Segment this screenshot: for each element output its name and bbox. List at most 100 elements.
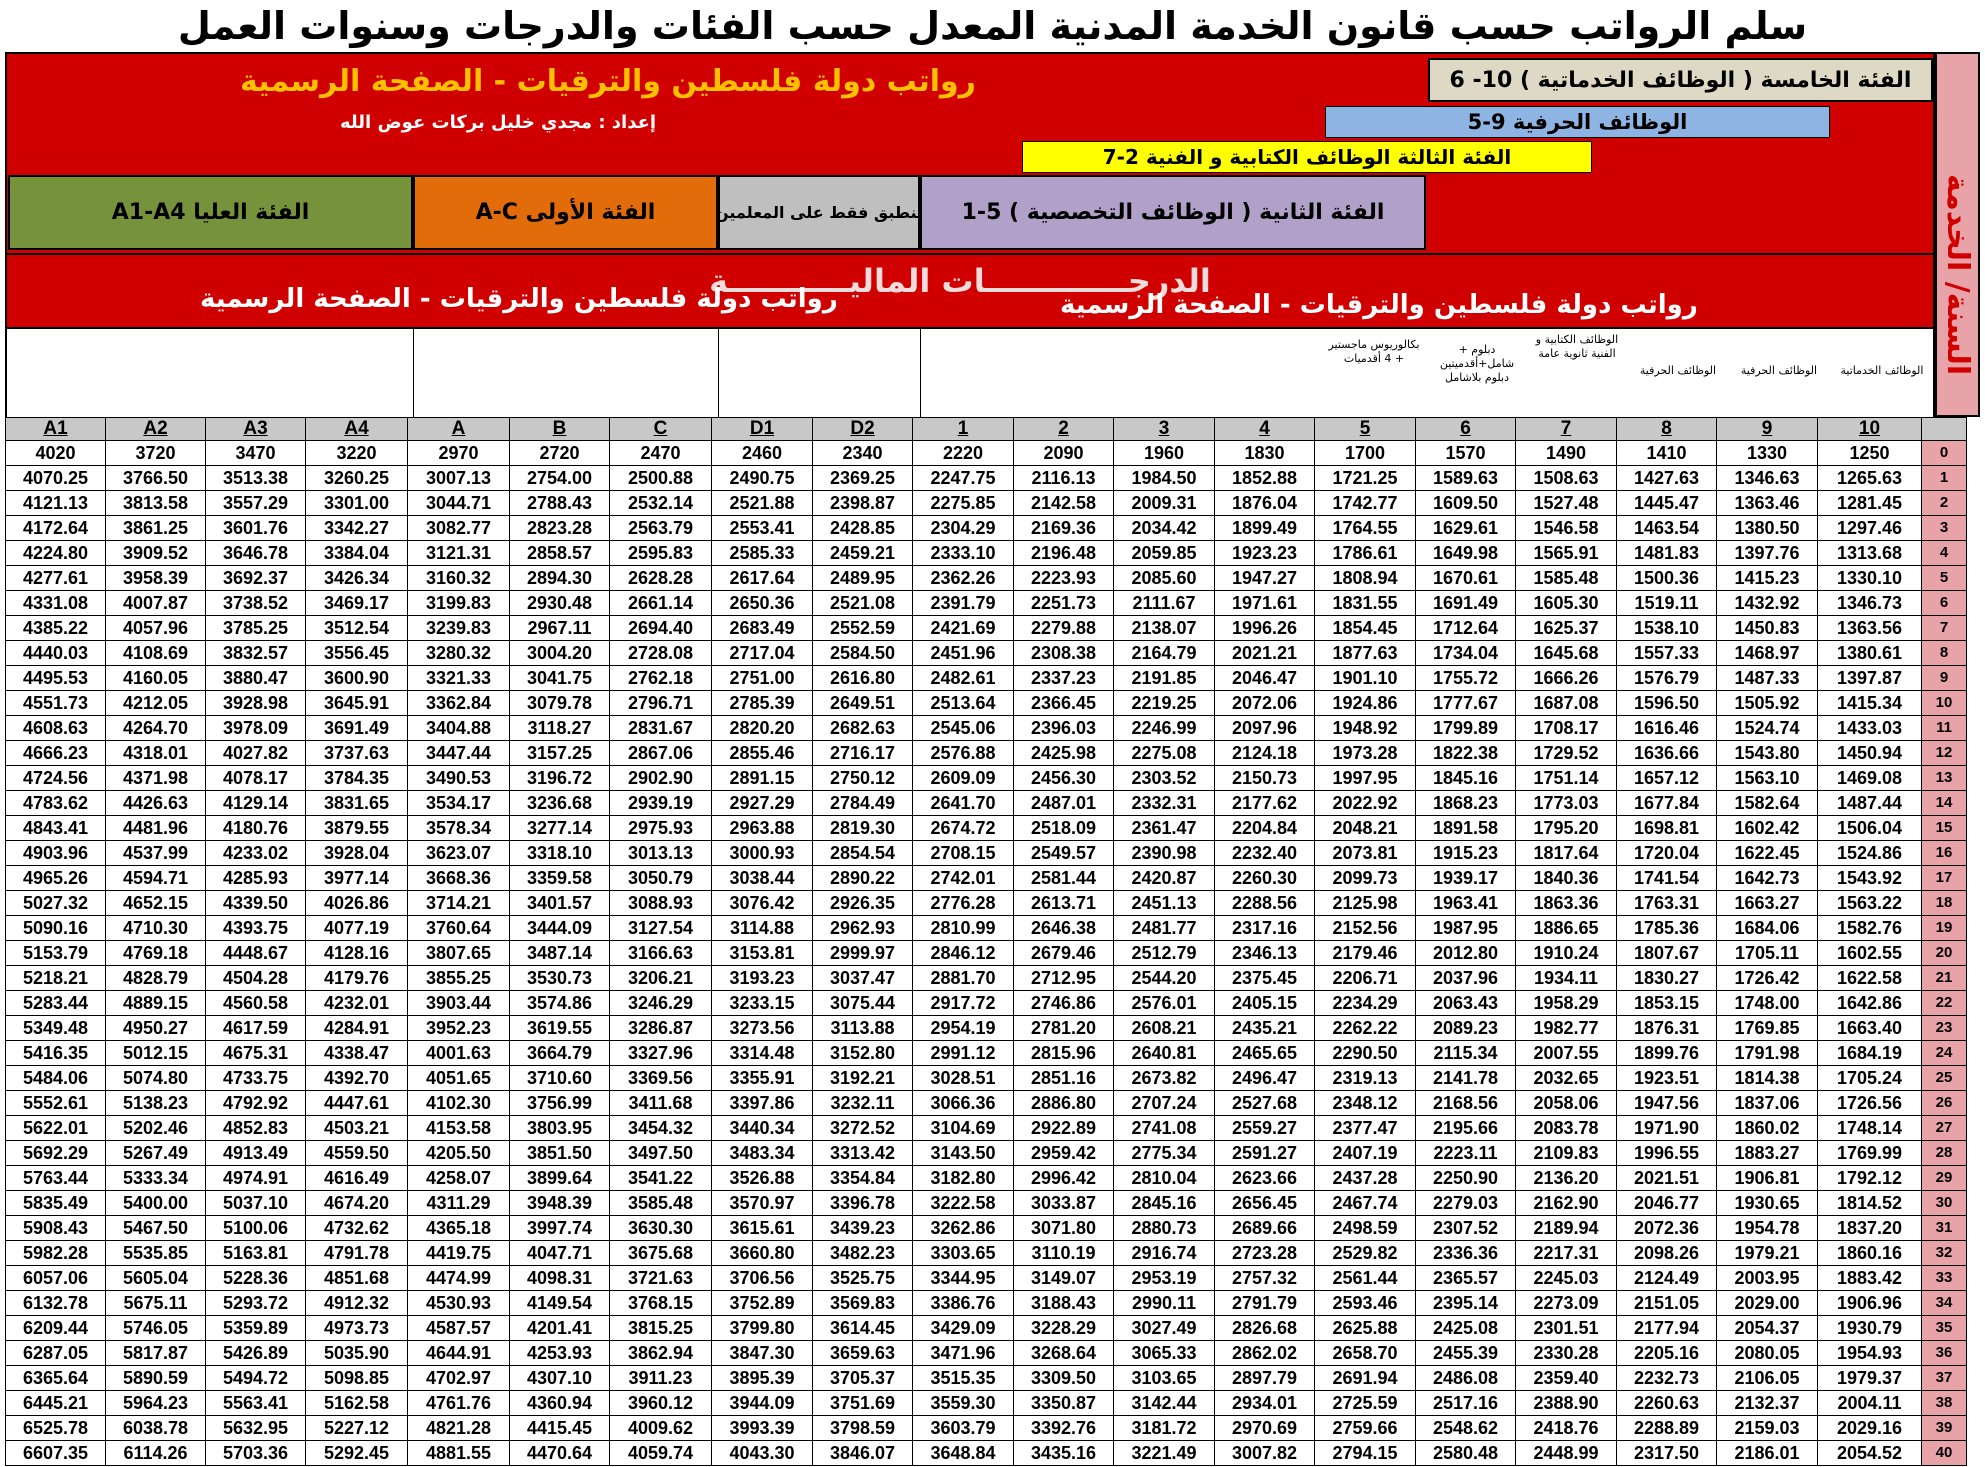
salary-cell: 2939.19	[609, 790, 712, 816]
salary-cell: 2855.46	[711, 740, 813, 766]
salary-cell: 2435.21	[1214, 1015, 1315, 1041]
salary-cell: 5202.46	[105, 1115, 206, 1141]
salary-cell: 2754.00	[509, 465, 610, 491]
salary-cell: 3664.79	[509, 1040, 610, 1066]
salary-cell: 1786.61	[1314, 540, 1416, 566]
category-5-box: الفئة الخامسة ( الوظائف الخدماتية ) 10- …	[1428, 58, 1933, 102]
salary-cell: 1877.63	[1314, 640, 1416, 666]
salary-cell: 4307.10	[509, 1365, 610, 1391]
salary-cell: 1883.42	[1817, 1265, 1922, 1291]
salary-cell: 2897.79	[1214, 1365, 1315, 1391]
salary-cell: 5746.05	[105, 1315, 206, 1341]
salary-cell: 1508.63	[1515, 465, 1617, 491]
salary-cell: 2544.20	[1113, 965, 1215, 991]
salary-cell: 3303.65	[912, 1240, 1014, 1266]
salary-cell: 2886.80	[1013, 1090, 1114, 1116]
table-row: 5763.44 5333.34 4974.91 4616.49 4258.07 3899.…	[5, 1165, 1967, 1191]
teachers-box: ينطبق فقط على المعلمين	[715, 175, 923, 250]
salary-cell: 2021.51	[1616, 1165, 1717, 1191]
salary-cell: 1729.52	[1515, 740, 1617, 766]
salary-cell: 1313.68	[1817, 540, 1922, 566]
salary-cell: 4027.82	[205, 740, 306, 766]
desc-grade-9: الوظائف الحرفية	[1740, 364, 1818, 377]
salary-cell: 3192.21	[812, 1065, 913, 1091]
salary-cell: 3948.39	[509, 1190, 610, 1216]
salary-cell: 2151.05	[1616, 1290, 1717, 1316]
salary-cell: 3386.76	[912, 1290, 1014, 1316]
salary-cell: 4233.02	[205, 840, 306, 866]
salary-cell: 3166.63	[609, 940, 712, 966]
salary-cell: 3246.29	[609, 990, 712, 1016]
salary-cell: 1705.11	[1716, 940, 1818, 966]
salary-cell: 1487.44	[1817, 790, 1922, 816]
salary-cell: 1726.42	[1716, 965, 1818, 991]
salary-cell: 4608.63	[5, 715, 106, 741]
salary-cell: 2021.21	[1214, 640, 1315, 666]
salary-cell: 1705.24	[1817, 1065, 1922, 1091]
salary-cell: 2890.22	[812, 865, 913, 891]
salary-cell: 1524.74	[1716, 715, 1818, 741]
salary-cell: 1563.10	[1716, 765, 1818, 791]
salary-cell: 1948.92	[1314, 715, 1416, 741]
salary-cell: 2059.85	[1113, 540, 1215, 566]
salary-cell: 3692.37	[205, 565, 306, 591]
category-2-label: الفئة الثانية ( الوظائف التخصصية ) 5-1	[961, 200, 1385, 225]
table-row: 6525.78 6038.78 5632.95 5227.12 4821.28 4415.…	[5, 1415, 1967, 1441]
salary-cell: 2930.48	[509, 590, 610, 616]
salary-cell: 1837.20	[1817, 1215, 1922, 1241]
salary-cell: 3318.10	[509, 840, 610, 866]
salary-cell: 3262.86	[912, 1215, 1014, 1241]
salary-cell: 3397.86	[711, 1090, 813, 1116]
salary-cell: 5228.36	[205, 1265, 306, 1291]
year-cell: 23	[1921, 1015, 1967, 1041]
table-row: 5218.21 4828.79 4504.28 4179.76 3855.25 3530.…	[5, 965, 1967, 991]
year-cell: 29	[1921, 1165, 1967, 1191]
salary-cell: 2022.92	[1314, 790, 1416, 816]
salary-cell: 1712.64	[1415, 615, 1516, 641]
salary-cell: 4675.31	[205, 1040, 306, 1066]
salary-cell: 3530.73	[509, 965, 610, 991]
salary-cell: 4365.18	[407, 1215, 510, 1241]
salary-cell: 1755.72	[1415, 665, 1516, 691]
table-row: 6057.06 5605.04 5228.36 4851.68 4474.99 4098.…	[5, 1265, 1967, 1291]
salary-cell: 3879.55	[305, 815, 408, 841]
salary-cell: 2085.60	[1113, 565, 1215, 591]
salary-cell: 4652.15	[105, 890, 206, 916]
salary-cell: 3899.64	[509, 1165, 610, 1191]
salary-cell: 2223.93	[1013, 565, 1114, 591]
salary-cell: 2513.64	[912, 690, 1014, 716]
salary-cell: 3142.44	[1113, 1390, 1215, 1416]
salary-cell: 1700	[1314, 440, 1416, 466]
salary-cell: 2858.57	[509, 540, 610, 566]
teachers-label: ينطبق فقط على المعلمين	[715, 203, 923, 222]
salary-cell: 3160.32	[407, 565, 510, 591]
salary-cell: 3706.56	[711, 1265, 813, 1291]
salary-cell: 5163.81	[205, 1240, 306, 1266]
salary-cell: 2330.28	[1515, 1340, 1617, 1366]
salary-cell: 3721.63	[609, 1265, 712, 1291]
salary-cell: 3909.52	[105, 540, 206, 566]
salary-cell: 3114.88	[711, 915, 813, 941]
salary-cell: 2970.69	[1214, 1415, 1315, 1441]
salary-cell: 2177.94	[1616, 1315, 1717, 1341]
salary-cell: 5292.45	[305, 1440, 408, 1466]
salary-cell: 3143.50	[912, 1140, 1014, 1166]
salary-cell: 2046.47	[1214, 665, 1315, 691]
salary-cell: 3037.47	[812, 965, 913, 991]
salary-cell: 2301.51	[1515, 1315, 1617, 1341]
salary-cell: 1958.29	[1515, 990, 1617, 1016]
salary-cell: 3760.64	[407, 915, 510, 941]
salary-cell: 1490	[1515, 440, 1617, 466]
salary-cell: 3751.69	[812, 1390, 913, 1416]
salary-cell: 1596.50	[1616, 690, 1717, 716]
salary-cell: 2124.18	[1214, 740, 1315, 766]
salary-cell: 2106.05	[1716, 1365, 1818, 1391]
salary-cell: 2720	[509, 440, 610, 466]
salary-cell: 2862.02	[1214, 1340, 1315, 1366]
salary-cell: 4851.68	[305, 1265, 408, 1291]
salary-cell: 5293.72	[205, 1290, 306, 1316]
salary-cell: 3000.93	[711, 840, 813, 866]
salary-cell: 3944.09	[711, 1390, 813, 1416]
salary-cell: 2317.16	[1214, 915, 1315, 941]
salary-cell: 4481.96	[105, 815, 206, 841]
